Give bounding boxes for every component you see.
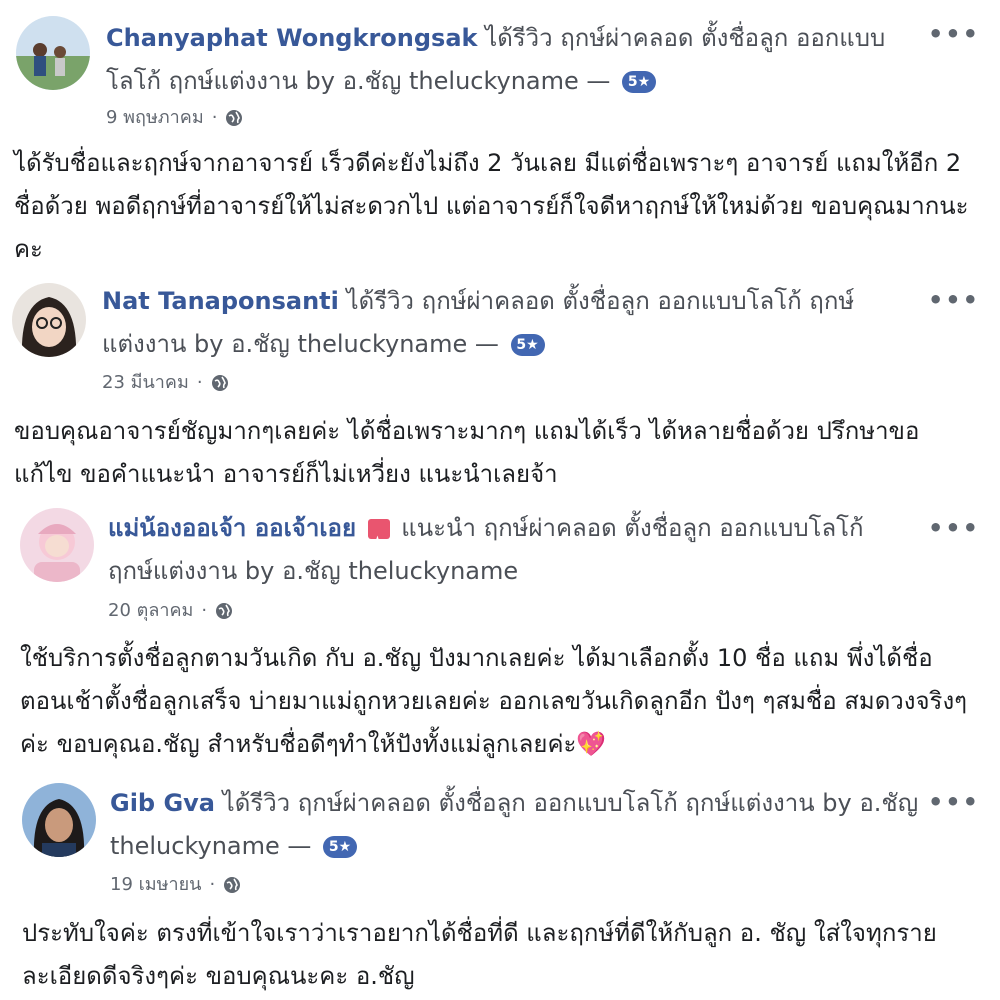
review-text-content: ใช้บริการตั้งชื่อลูกตามวันเกิด กับ อ.ชัญ… <box>20 644 968 758</box>
reviewer-name[interactable]: Gib Gva <box>110 789 215 817</box>
review-text: ได้รับชื่อและฤกษ์จากอาจารย์ เร็วดีค่ะยัง… <box>14 149 969 263</box>
review-header: Chanyaphat Wongkrongsak ได้รีวิว ฤกษ์ผ่า… <box>106 17 906 103</box>
sparkling-heart-icon: 💖 <box>576 730 607 758</box>
review-meta: 20 ตุลาคม · <box>108 598 233 624</box>
more-options-icon[interactable]: ••• <box>928 288 980 312</box>
globe-icon <box>226 110 243 126</box>
rating-badge: 5★ <box>323 836 358 858</box>
more-options-icon[interactable]: ••• <box>928 516 980 540</box>
more-options-icon[interactable]: ••• <box>928 22 980 46</box>
globe-icon <box>224 877 241 893</box>
meta-separator: · <box>211 107 218 128</box>
rating-badge: 5★ <box>622 71 657 93</box>
meta-separator: · <box>201 600 208 621</box>
review-date[interactable]: 20 ตุลาคม <box>108 598 193 624</box>
globe-icon <box>211 375 228 391</box>
review-meta: 9 พฤษภาคม · <box>106 105 243 131</box>
meta-separator: · <box>209 874 216 895</box>
review-text: ประทับใจค่ะ ตรงที่เข้าใจเราว่าเราอยากได้… <box>22 919 937 990</box>
review-date[interactable]: 19 เมษายน <box>110 872 201 898</box>
recommend-icon <box>367 519 390 563</box>
reviewer-name[interactable]: แม่น้องออเจ้า ออเจ้าเอย <box>108 514 356 542</box>
reviewer-name[interactable]: Nat Tanaponsanti <box>102 287 339 315</box>
avatar[interactable] <box>16 16 90 90</box>
meta-separator: · <box>196 372 203 393</box>
review-header: Nat Tanaponsanti ได้รีวิว ฤกษ์ผ่าคลอด ตั… <box>102 280 922 366</box>
avatar[interactable] <box>20 508 94 582</box>
review-header: แม่น้องออเจ้า ออเจ้าเอย แนะนำ ฤกษ์ผ่าคลอ… <box>108 507 908 593</box>
review-header: Gib Gva ได้รีวิว ฤกษ์ผ่าคลอด ตั้งชื่อลูก… <box>110 782 925 868</box>
reviewer-name[interactable]: Chanyaphat Wongkrongsak <box>106 24 477 52</box>
review-meta: 23 มีนาคม · <box>102 370 229 396</box>
review-meta: 19 เมษายน · <box>110 872 241 898</box>
review-date[interactable]: 9 พฤษภาคม <box>106 105 204 131</box>
more-options-icon[interactable]: ••• <box>928 790 980 814</box>
review-date[interactable]: 23 มีนาคม <box>102 370 189 396</box>
review-text: ขอบคุณอาจารย์ชัญมากๆเลยค่ะ ได้ชื่อเพราะม… <box>14 417 920 488</box>
rating-badge: 5★ <box>510 334 545 356</box>
globe-icon <box>216 603 233 619</box>
review-action: ได้รีวิว ฤกษ์ผ่าคลอด ตั้งชื่อลูก ออกแบบโ… <box>110 789 919 860</box>
review-text: ใช้บริการตั้งชื่อลูกตามวันเกิด กับ อ.ชัญ… <box>20 637 970 766</box>
avatar[interactable] <box>22 783 96 857</box>
avatar[interactable] <box>12 283 86 357</box>
